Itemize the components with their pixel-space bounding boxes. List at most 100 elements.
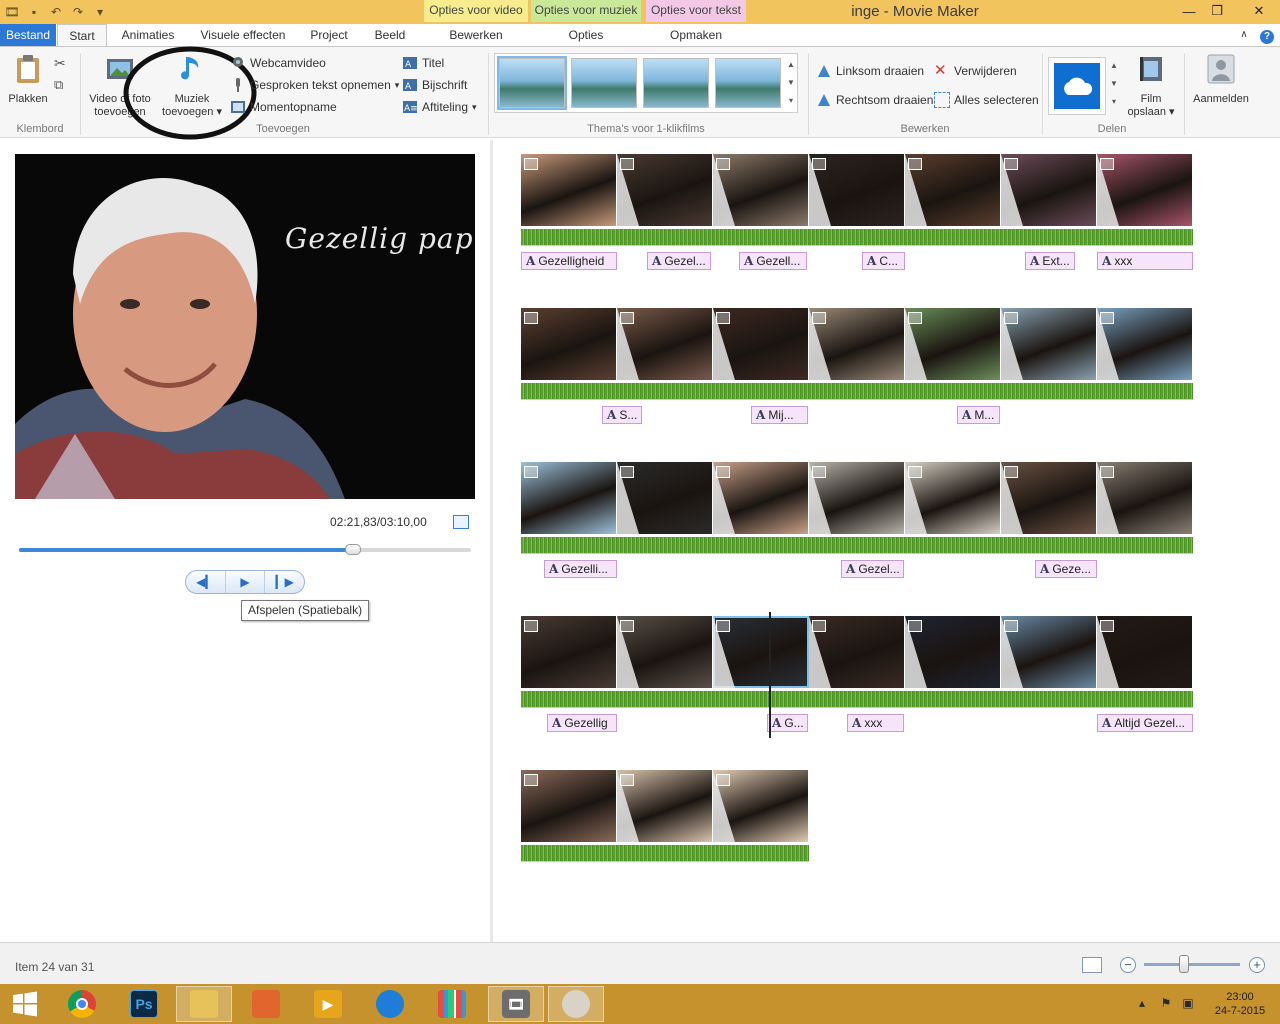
tab-project[interactable]: Project bbox=[304, 24, 354, 46]
storyboard-clip[interactable] bbox=[521, 616, 617, 688]
taskbar-chrome[interactable] bbox=[54, 986, 110, 1022]
taskbar-store[interactable] bbox=[424, 986, 480, 1022]
caption-item[interactable]: A Mij... bbox=[751, 406, 808, 424]
storyboard-clip[interactable] bbox=[809, 462, 905, 534]
start-button[interactable] bbox=[0, 986, 50, 1022]
taskbar-live-mail[interactable] bbox=[362, 986, 418, 1022]
taskbar-paint[interactable] bbox=[548, 986, 604, 1022]
caption-item[interactable]: A Gezelli... bbox=[544, 560, 617, 578]
onedrive-share-button[interactable] bbox=[1048, 57, 1106, 115]
storyboard-clip[interactable] bbox=[905, 308, 1001, 380]
theme-fade[interactable] bbox=[643, 58, 709, 108]
storyboard-clip[interactable] bbox=[617, 154, 713, 226]
taskbar-explorer[interactable] bbox=[176, 986, 232, 1022]
caption-item[interactable]: A C... bbox=[862, 252, 905, 270]
redo-icon[interactable]: ↷ bbox=[70, 4, 86, 20]
theme-default[interactable] bbox=[497, 56, 567, 110]
tab-options[interactable]: Opties bbox=[531, 24, 641, 46]
taskbar-photoshop[interactable]: Ps bbox=[116, 986, 172, 1022]
seek-thumb[interactable] bbox=[345, 544, 362, 555]
taskbar-movie-maker[interactable]: 🎞 bbox=[488, 986, 544, 1022]
storyboard-clip[interactable] bbox=[521, 308, 617, 380]
cut-icon[interactable]: ✂ bbox=[54, 55, 70, 71]
playhead[interactable] bbox=[769, 612, 771, 738]
share-scroll[interactable]: ▲ ▼ ▾ bbox=[1108, 57, 1120, 115]
storyboard-clip[interactable] bbox=[521, 770, 617, 842]
caption-item[interactable]: A Gezel... bbox=[841, 560, 904, 578]
storyboard-clip[interactable] bbox=[713, 770, 809, 842]
tab-view[interactable]: Beeld bbox=[366, 24, 414, 46]
caption-item[interactable]: Axxx bbox=[847, 714, 904, 732]
paste-button[interactable]: Plakken bbox=[6, 53, 50, 106]
webcam-video-button[interactable]: Webcamvideo bbox=[230, 53, 326, 73]
music-track[interactable] bbox=[521, 534, 1193, 554]
storyboard-clip[interactable] bbox=[713, 154, 809, 226]
storyboard-clip[interactable] bbox=[905, 616, 1001, 688]
storyboard-clip[interactable] bbox=[809, 616, 905, 688]
tab-format[interactable]: Opmaken bbox=[646, 24, 746, 46]
video-preview[interactable]: Gezellig pap bbox=[15, 154, 475, 499]
thumbnail-size-icon[interactable] bbox=[1082, 957, 1102, 973]
storyboard-clip[interactable] bbox=[617, 616, 713, 688]
storyboard-clip[interactable] bbox=[713, 308, 809, 380]
flag-icon[interactable]: ⚑ bbox=[1158, 996, 1174, 1012]
storyboard-clip[interactable] bbox=[713, 462, 809, 534]
theme-pan-zoom[interactable] bbox=[715, 58, 781, 108]
seek-bar[interactable] bbox=[19, 544, 471, 555]
app-menu-icon[interactable]: 🎞 bbox=[4, 4, 20, 20]
customize-toolbar-icon[interactable]: ▾ bbox=[92, 4, 108, 20]
play-button[interactable]: ▶ bbox=[226, 571, 266, 593]
zoom-thumb[interactable] bbox=[1179, 955, 1190, 973]
caption-item[interactable]: A Gezellig bbox=[547, 714, 617, 732]
storyboard-clip[interactable] bbox=[809, 308, 905, 380]
caption-item[interactable]: A Gezel... bbox=[647, 252, 711, 270]
storyboard-clip[interactable] bbox=[905, 154, 1001, 226]
tab-home[interactable]: Start bbox=[57, 24, 107, 46]
record-narration-button[interactable]: Gesproken tekst opnemen ▾ bbox=[230, 75, 399, 95]
storyboard-clip[interactable] bbox=[1001, 616, 1097, 688]
collapse-ribbon-icon[interactable]: ∧ bbox=[1236, 24, 1252, 46]
caption-item[interactable]: A Geze... bbox=[1035, 560, 1097, 578]
next-frame-button[interactable]: ▎▶ bbox=[265, 571, 304, 593]
snapshot-button[interactable]: Momentopname bbox=[230, 97, 337, 117]
music-track[interactable] bbox=[521, 688, 1193, 708]
storyboard-clip[interactable] bbox=[1001, 154, 1097, 226]
save-icon[interactable]: ▪ bbox=[26, 4, 42, 20]
rotate-right-button[interactable]: Rechtsom draaien bbox=[816, 90, 933, 110]
remove-button[interactable]: ✕ Verwijderen bbox=[934, 61, 1017, 81]
storyboard-clip[interactable] bbox=[521, 462, 617, 534]
select-all-button[interactable]: Alles selecteren bbox=[934, 90, 1039, 110]
caption-item[interactable]: A S... bbox=[602, 406, 642, 424]
pane-splitter[interactable] bbox=[490, 140, 493, 942]
caption-item[interactable]: A Ext... bbox=[1025, 252, 1075, 270]
minimize-icon[interactable]: — bbox=[1176, 0, 1202, 22]
title-button[interactable]: A Titel bbox=[402, 53, 444, 73]
caption-item[interactable]: A M... bbox=[957, 406, 1000, 424]
gallery-scroll[interactable]: ▲ ▼ ▾ bbox=[785, 56, 797, 112]
taskbar-media-player[interactable]: ▶ bbox=[300, 986, 356, 1022]
music-track[interactable] bbox=[521, 842, 809, 862]
clock[interactable]: 23:00 24-7-2015 bbox=[1206, 990, 1274, 1018]
storyboard-clip[interactable] bbox=[1097, 616, 1193, 688]
zoom-slider[interactable] bbox=[1144, 963, 1240, 966]
storyboard-clip[interactable] bbox=[617, 770, 713, 842]
caption-item[interactable]: A Gezell... bbox=[739, 252, 807, 270]
fullscreen-icon[interactable] bbox=[453, 515, 469, 529]
undo-icon[interactable]: ↶ bbox=[48, 4, 64, 20]
restore-icon[interactable]: ❐ bbox=[1204, 0, 1230, 22]
sign-in-button[interactable]: Aanmelden bbox=[1188, 53, 1254, 106]
storyboard-clip[interactable] bbox=[1097, 462, 1193, 534]
previous-frame-button[interactable]: ◀▎ bbox=[186, 571, 226, 593]
music-track[interactable] bbox=[521, 226, 1193, 246]
storyboard-clip[interactable] bbox=[617, 308, 713, 380]
music-track[interactable] bbox=[521, 380, 1193, 400]
copy-icon[interactable]: ⧉ bbox=[54, 77, 70, 93]
caption-item[interactable]: Axxx bbox=[1097, 252, 1193, 270]
caption-item[interactable]: A G... bbox=[767, 714, 808, 732]
close-icon[interactable]: ✕ bbox=[1240, 0, 1278, 22]
rotate-left-button[interactable]: Linksom draaien bbox=[816, 61, 924, 81]
tray-expand-icon[interactable]: ▴ bbox=[1134, 996, 1150, 1012]
tab-file[interactable]: Bestand bbox=[0, 24, 56, 46]
credits-button[interactable]: A≡ Aftiteling ▾ bbox=[402, 97, 477, 117]
taskbar-photo-gallery[interactable] bbox=[238, 986, 294, 1022]
